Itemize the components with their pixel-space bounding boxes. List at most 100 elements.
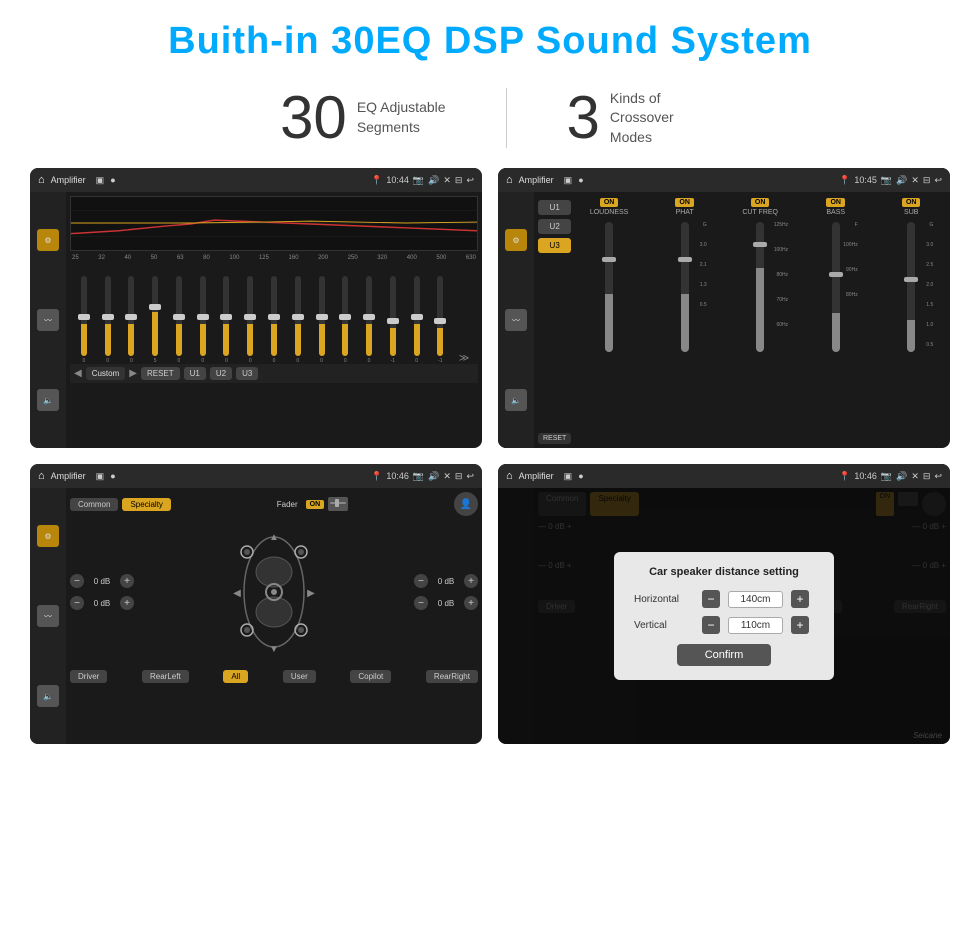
back-icon[interactable]: ↩ — [466, 175, 474, 186]
loudness-on[interactable]: ON — [600, 198, 619, 207]
crossover-settings-icon[interactable]: ⚙ — [505, 229, 527, 251]
cutfreq-on[interactable]: ON — [751, 198, 770, 207]
eq-bottom-bar: ◀ Custom ▶ RESET U1 U2 U3 — [70, 364, 478, 383]
eq-sidebar: ⚙ 〰 🔈 — [30, 192, 66, 448]
volume-icon-4: 🔊 — [896, 471, 907, 482]
svg-text:◀: ◀ — [233, 588, 241, 599]
home-icon[interactable]: ⌂ — [38, 174, 45, 186]
slider-14[interactable]: -1 — [381, 276, 405, 364]
common-tab[interactable]: Common — [70, 498, 118, 511]
home-icon-3[interactable]: ⌂ — [38, 470, 45, 482]
speaker-screen: ⌂ Amplifier ▣ ● 📍 10:46 📷 🔊 ✕ ⊟ ↩ ⚙ 〰 🔈 — [30, 464, 482, 744]
close-icon-4[interactable]: ✕ — [911, 471, 919, 482]
eq-wave-icon[interactable]: 〰 — [37, 309, 59, 331]
camera-icon-4: 📷 — [881, 471, 892, 482]
vertical-label: Vertical — [634, 620, 694, 631]
u2-btn[interactable]: U2 — [210, 367, 232, 380]
vol-plus-tr[interactable]: + — [464, 574, 478, 588]
preset-u2[interactable]: U2 — [538, 219, 571, 234]
vol-plus-bl[interactable]: + — [120, 596, 134, 610]
slider-12[interactable]: 0 — [333, 276, 357, 364]
home-icon-2[interactable]: ⌂ — [506, 174, 513, 186]
crossover-wave-icon[interactable]: 〰 — [505, 309, 527, 331]
vol-plus-br[interactable]: + — [464, 596, 478, 610]
slider-10[interactable]: 0 — [286, 276, 310, 364]
confirm-button[interactable]: Confirm — [677, 644, 772, 666]
crossover-text: Kinds ofCrossover Modes — [610, 89, 700, 148]
crossover-reset-btn[interactable]: RESET — [538, 433, 571, 444]
minimize-icon-2[interactable]: ⊟ — [923, 175, 931, 186]
back-icon-4[interactable]: ↩ — [934, 471, 942, 482]
u1-btn[interactable]: U1 — [184, 367, 206, 380]
speaker-icon2: ● — [110, 471, 115, 481]
phat-on[interactable]: ON — [675, 198, 694, 207]
screens-grid: ⌂ Amplifier ▣ ● 📍 10:44 📷 🔊 ✕ ⊟ ↩ ⚙ 〰 🔈 — [0, 168, 980, 744]
preset-u1[interactable]: U1 — [538, 200, 571, 215]
vol-plus-tl[interactable]: + — [120, 574, 134, 588]
close-icon-2[interactable]: ✕ — [911, 175, 919, 186]
minimize-icon-4[interactable]: ⊟ — [923, 471, 931, 482]
next-icon[interactable]: ▶ — [129, 368, 137, 379]
crossover-speaker-icon[interactable]: 🔈 — [505, 389, 527, 411]
back-icon-3[interactable]: ↩ — [466, 471, 474, 482]
vol-minus-br[interactable]: − — [414, 596, 428, 610]
slider-2[interactable]: 0 — [96, 276, 120, 364]
vol-minus-tl[interactable]: − — [70, 574, 84, 588]
driver-btn[interactable]: Driver — [70, 670, 107, 683]
slider-6[interactable]: 0 — [191, 276, 215, 364]
horizontal-plus[interactable]: + — [791, 590, 809, 608]
minimize-icon-3[interactable]: ⊟ — [455, 471, 463, 482]
eq-settings-icon[interactable]: ⚙ — [37, 229, 59, 251]
volume-icon-2: 🔊 — [896, 175, 907, 186]
rearright-btn[interactable]: RearRight — [426, 670, 478, 683]
copilot-btn[interactable]: Copilot — [350, 670, 391, 683]
dialog-screen-title: Amplifier — [519, 471, 554, 481]
close-icon[interactable]: ✕ — [443, 175, 451, 186]
specialty-tab[interactable]: Specialty — [122, 498, 170, 511]
u3-btn[interactable]: U3 — [236, 367, 258, 380]
slider-8[interactable]: 0 — [238, 276, 262, 364]
vol-val-br: 0 dB — [431, 599, 461, 608]
all-btn[interactable]: All — [223, 670, 248, 683]
reset-btn[interactable]: RESET — [141, 367, 180, 380]
close-icon-3[interactable]: ✕ — [443, 471, 451, 482]
vertical-row: Vertical − 110cm + — [634, 616, 814, 634]
back-icon-2[interactable]: ↩ — [934, 175, 942, 186]
vol-minus-bl[interactable]: − — [70, 596, 84, 610]
sp-wave-icon[interactable]: 〰 — [37, 605, 59, 627]
speaker-time: 10:46 — [386, 471, 409, 482]
vol-top-left: − 0 dB + — [70, 574, 134, 588]
sub-on[interactable]: ON — [902, 198, 921, 207]
sp-settings-icon[interactable]: ⚙ — [37, 525, 59, 547]
horizontal-minus[interactable]: − — [702, 590, 720, 608]
distance-dialog: Car speaker distance setting Horizontal … — [614, 552, 834, 680]
slider-3[interactable]: 0 — [120, 276, 144, 364]
slider-1[interactable]: 0 — [72, 276, 96, 364]
slider-5[interactable]: 0 — [167, 276, 191, 364]
bass-on[interactable]: ON — [826, 198, 845, 207]
slider-16[interactable]: -1 — [428, 276, 452, 364]
eq-speaker-icon[interactable]: 🔈 — [37, 389, 59, 411]
home-icon-4[interactable]: ⌂ — [506, 470, 513, 482]
slider-13[interactable]: 0 — [357, 276, 381, 364]
more-icon[interactable]: ≫ — [452, 353, 476, 364]
rearleft-btn[interactable]: RearLeft — [142, 670, 189, 683]
slider-11[interactable]: 0 — [310, 276, 334, 364]
location-icon-3: 📍 — [371, 471, 382, 482]
prev-icon[interactable]: ◀ — [74, 368, 82, 379]
slider-7[interactable]: 0 — [215, 276, 239, 364]
preset-custom[interactable]: Custom — [86, 367, 126, 380]
minimize-icon[interactable]: ⊟ — [455, 175, 463, 186]
vertical-plus[interactable]: + — [791, 616, 809, 634]
slider-9[interactable]: 0 — [262, 276, 286, 364]
vertical-value: 110cm — [728, 617, 783, 634]
sp-speaker-icon[interactable]: 🔈 — [37, 685, 59, 707]
fader-on-btn[interactable]: ON — [306, 500, 325, 509]
preset-u3[interactable]: U3 — [538, 238, 571, 253]
vol-minus-tr[interactable]: − — [414, 574, 428, 588]
slider-4[interactable]: 5 — [143, 276, 167, 364]
user-btn[interactable]: User — [283, 670, 316, 683]
vertical-minus[interactable]: − — [702, 616, 720, 634]
slider-15[interactable]: 0 — [405, 276, 429, 364]
camera-icon-3: 📷 — [413, 471, 424, 482]
